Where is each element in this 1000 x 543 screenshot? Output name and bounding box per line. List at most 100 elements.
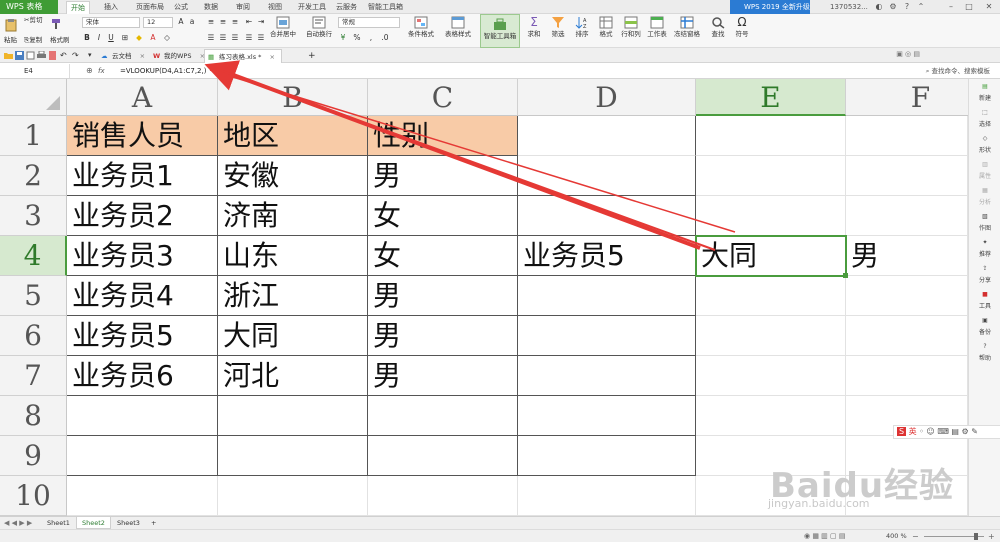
table-style-button[interactable]: 表格样式 [440,16,476,38]
column-header-a[interactable]: A [67,79,218,116]
menu-tab-insert[interactable]: 插入 [100,1,122,14]
cell-e6[interactable] [696,316,846,356]
spreadsheet-grid[interactable]: A B C D E F 1 2 3 4 5 6 7 8 9 10 销售人员 地区… [0,79,968,516]
menu-tab-smart-toolbox[interactable]: 智能工具箱 [364,1,407,14]
indent-increase-icon[interactable]: ⇥ [256,17,266,27]
cell-d6[interactable] [518,316,696,356]
close-tab-icon[interactable]: × [140,52,145,60]
format-painter-button[interactable] [50,18,63,30]
bold-icon[interactable]: B [82,33,92,43]
cell-f5[interactable] [846,276,968,316]
paste-button[interactable] [4,18,19,32]
number-format-select[interactable]: 常规 [338,17,400,28]
conditional-format-button[interactable]: 条件格式 [404,16,438,38]
cell-d3[interactable] [518,196,696,236]
account-name[interactable]: 1370532... [818,0,868,14]
row-header-7[interactable]: 7 [0,356,67,396]
cell-d2[interactable] [518,156,696,196]
ime-tools-icons[interactable]: ◦ ☺ ⌨ ▤ ⚙ ✎ [919,427,978,436]
help-icon[interactable]: ? [900,0,914,14]
cell-f1[interactable] [846,116,968,156]
row-header-2[interactable]: 2 [0,156,67,196]
align-right-icon[interactable]: ☰ [230,33,240,43]
find-button[interactable]: 查找 [706,16,730,38]
right-pane-shape[interactable]: ◇ 形状 [969,135,1000,154]
column-header-b[interactable]: B [218,79,368,116]
menu-tab-developer[interactable]: 开发工具 [294,1,330,14]
app-menu-button[interactable]: WPS 表格 [0,0,58,14]
distributed-icon[interactable]: ☰ [256,33,266,43]
cell-c3[interactable]: 女 [368,196,518,236]
zoom-level[interactable]: 400 % [886,530,907,543]
merge-center-button[interactable]: 合并居中 [266,16,300,38]
worksheet-button[interactable]: 工作表 [644,16,670,38]
grow-font-icon[interactable]: A [176,17,186,27]
cell-a10[interactable] [67,476,218,516]
cell-a7[interactable]: 业务员6 [67,356,218,396]
doc-tab-practice[interactable]: ▦ 练习表格.xls * × [204,49,282,63]
underline-icon[interactable]: U [106,33,116,43]
zoom-slider-knob[interactable] [974,533,978,540]
cell-a5[interactable]: 业务员4 [67,276,218,316]
menu-tab-page-layout[interactable]: 页面布局 [132,1,168,14]
cell-b10[interactable] [218,476,368,516]
currency-icon[interactable]: ¥ [338,33,348,43]
cell-c5[interactable]: 男 [368,276,518,316]
redo-icon[interactable]: ↷ [72,51,81,60]
formula-input[interactable]: =VLOOKUP(D4,A1:C7,2,) [120,64,206,78]
cell-a9[interactable] [67,436,218,476]
row-header-6[interactable]: 6 [0,316,67,356]
cut-button[interactable]: ✂剪切 [24,16,42,25]
upgrade-button[interactable]: WPS 2019 全新升级 [730,0,810,14]
maximize-icon[interactable]: □ [962,0,976,14]
cell-c7[interactable]: 男 [368,356,518,396]
sheet-tab-1[interactable]: Sheet1 [42,517,75,529]
filter-button[interactable]: 筛选 [546,16,570,38]
cell-e4[interactable]: 大同 [696,236,846,276]
cell-f6[interactable] [846,316,968,356]
right-pane-recommend[interactable]: ✦ 推荐 [969,239,1000,258]
pdf-icon[interactable] [48,51,57,60]
cell-d1[interactable] [518,116,696,156]
fx-icon[interactable]: fx [98,64,105,78]
right-pane-analysis[interactable]: ▦ 分析 [969,187,1000,206]
sheet-tab-2[interactable]: Sheet2 [76,517,111,529]
view-mode-icons[interactable]: ◉ ▦ ▥ ▢ ▤ [804,530,845,543]
sum-button[interactable]: Σ 求和 [522,16,546,39]
font-family-select[interactable]: 宋体 [82,17,140,28]
cell-d8[interactable] [518,396,696,436]
cell-a8[interactable] [67,396,218,436]
cell-a6[interactable]: 业务员5 [67,316,218,356]
cell-d5[interactable] [518,276,696,316]
symbol-button[interactable]: Ω 符号 [730,16,754,39]
print-icon[interactable] [37,51,46,60]
cell-e2[interactable] [696,156,846,196]
row-col-button[interactable]: 行和列 [618,16,644,38]
customize-dropdown-icon[interactable]: ▾ [88,51,97,60]
ime-toolbar[interactable]: S 英 ◦ ☺ ⌨ ▤ ⚙ ✎ [893,425,1000,439]
column-header-f[interactable]: F [846,79,968,116]
cell-d9[interactable] [518,436,696,476]
decimal-icon[interactable]: .0 [380,33,390,43]
cell-c9[interactable] [368,436,518,476]
cell-d10[interactable] [518,476,696,516]
menu-tab-home[interactable]: 开始 [66,1,90,14]
row-header-5[interactable]: 5 [0,276,67,316]
smart-toolbox-button[interactable]: 智能工具箱 [480,14,520,48]
cell-a4[interactable]: 业务员3 [67,236,218,276]
border-icon[interactable]: ⊞ [120,33,130,43]
cell-b6[interactable]: 大同 [218,316,368,356]
cell-e1[interactable] [696,116,846,156]
cell-f3[interactable] [846,196,968,236]
row-header-3[interactable]: 3 [0,196,67,236]
fill-handle[interactable] [843,273,848,278]
percent-icon[interactable]: % [352,33,362,43]
settings-icon[interactable]: ⚙ [886,0,900,14]
cell-e7[interactable] [696,356,846,396]
cell-b1[interactable]: 地区 [218,116,368,156]
close-icon[interactable]: ✕ [982,0,996,14]
cell-e5[interactable] [696,276,846,316]
cell-c6[interactable]: 男 [368,316,518,356]
justify-icon[interactable]: ☰ [244,33,254,43]
align-left-icon[interactable]: ☰ [206,33,216,43]
